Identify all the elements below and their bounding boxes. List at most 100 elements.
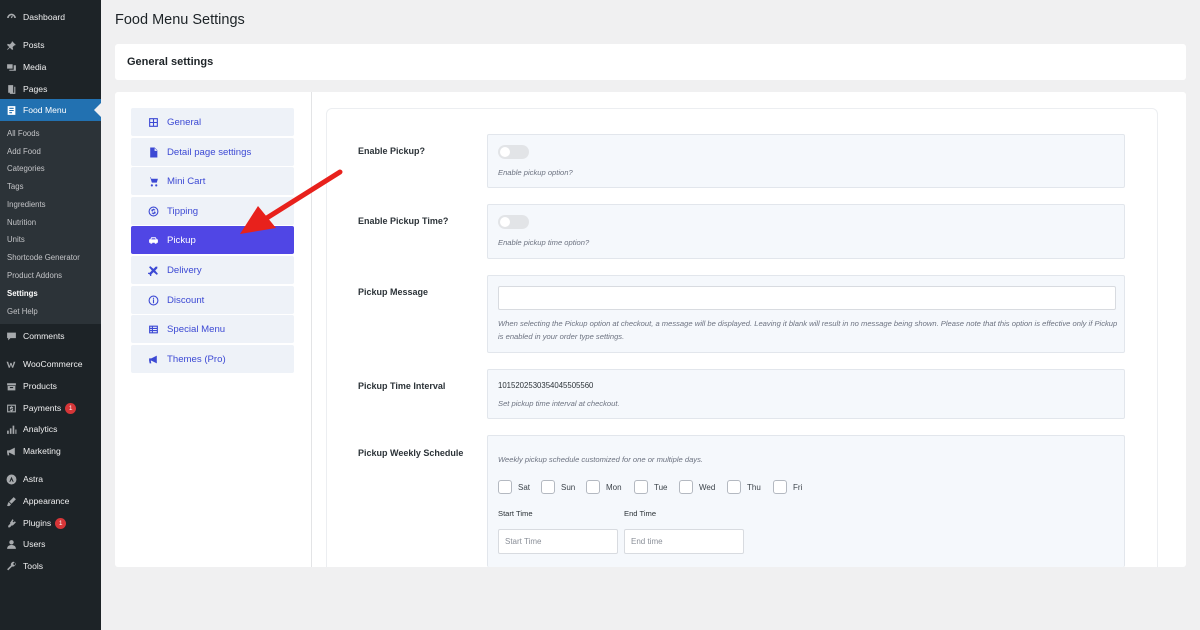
menu-marketing[interactable]: Marketing — [0, 440, 101, 462]
pickup-weekly-schedule-label: Pickup Weekly Schedule — [358, 448, 464, 458]
menu-tools[interactable]: Tools — [0, 555, 101, 577]
section-title: General settings — [127, 56, 214, 68]
enable-pickup-time-box: Enable pickup time option? — [487, 204, 1125, 259]
enable-pickup-label: Enable Pickup? — [358, 146, 426, 156]
day-tue[interactable]: Tue — [634, 480, 668, 494]
menu-appearance[interactable]: Appearance — [0, 490, 101, 512]
dashboard-icon — [6, 12, 17, 23]
enable-pickup-toggle[interactable] — [498, 145, 529, 159]
submenu-tags[interactable]: Tags — [7, 179, 23, 195]
tab-themes-pro[interactable]: Themes (Pro) — [131, 345, 294, 373]
cart-icon — [147, 175, 159, 187]
day-checkbox[interactable] — [634, 480, 648, 494]
pickup-time-interval-desc: Set pickup time interval at checkout. — [498, 399, 620, 408]
menu-food-menu[interactable]: Food Menu — [0, 99, 101, 121]
menu-users[interactable]: Users — [0, 533, 101, 555]
payments-icon — [6, 403, 17, 414]
pickup-message-box: When selecting the Pickup option at chec… — [487, 275, 1125, 353]
pages-icon — [6, 84, 17, 95]
plugins-badge: 1 — [55, 517, 67, 529]
submenu-nutrition[interactable]: Nutrition — [7, 215, 36, 231]
enable-pickup-time-label: Enable Pickup Time? — [358, 216, 449, 226]
tab-delivery[interactable]: Delivery — [131, 256, 294, 284]
products-icon — [6, 381, 17, 392]
menu-pages[interactable]: Pages — [0, 78, 101, 100]
submenu-add-food[interactable]: Add Food — [7, 144, 41, 160]
astra-icon — [6, 474, 17, 485]
tab-detail-page-settings[interactable]: Detail page settings — [131, 138, 294, 166]
woocommerce-icon — [6, 359, 17, 370]
menu-analytics[interactable]: Analytics — [0, 418, 101, 440]
submenu-units[interactable]: Units — [7, 232, 25, 248]
food-menu-icon — [6, 105, 17, 116]
day-sun[interactable]: Sun — [541, 480, 575, 494]
pickup-weekly-schedule-desc: Weekly pickup schedule customized for on… — [498, 455, 703, 464]
tab-special-menu[interactable]: Special Menu — [131, 315, 294, 343]
media-icon — [6, 62, 17, 73]
grid-icon — [147, 116, 159, 128]
pickup-message-input[interactable] — [498, 286, 1116, 310]
tab-tipping[interactable]: Tipping — [131, 197, 294, 225]
menu-woocommerce[interactable]: WooCommerce — [0, 353, 101, 375]
end-time-label: End Time — [624, 509, 657, 518]
tab-pickup[interactable]: Pickup — [131, 226, 294, 254]
comment-icon — [6, 331, 17, 342]
megaphone-icon — [6, 446, 17, 457]
start-time-input[interactable] — [498, 529, 618, 554]
page-bottom-area — [101, 567, 1200, 630]
enable-pickup-time-toggle[interactable] — [498, 215, 529, 229]
pin-icon — [6, 40, 17, 51]
tab-mini-cart[interactable]: Mini Cart — [131, 167, 294, 195]
pickup-weekly-schedule-box: Weekly pickup schedule customized for on… — [487, 435, 1125, 567]
day-checkbox[interactable] — [727, 480, 741, 494]
end-time-input[interactable] — [624, 529, 744, 554]
day-fri[interactable]: Fri — [773, 480, 802, 494]
menu-dashboard[interactable]: Dashboard — [0, 6, 101, 28]
menu-media[interactable]: Media — [0, 56, 101, 78]
page-title: Food Menu Settings — [115, 12, 245, 28]
payments-badge: 1 — [65, 402, 77, 414]
section-header: General settings — [115, 44, 1186, 80]
day-checkbox[interactable] — [498, 480, 512, 494]
submenu-settings[interactable]: Settings — [7, 286, 38, 302]
day-sat[interactable]: Sat — [498, 480, 530, 494]
plugin-icon — [6, 518, 17, 529]
submenu-categories[interactable]: Categories — [7, 161, 45, 177]
pickup-time-interval-box: 1015202530354045505560 Set pickup time i… — [487, 369, 1125, 419]
document-icon — [147, 146, 159, 158]
day-checkbox[interactable] — [773, 480, 787, 494]
brush-icon — [6, 496, 17, 507]
day-wed[interactable]: Wed — [679, 480, 715, 494]
day-thu[interactable]: Thu — [727, 480, 761, 494]
day-checkbox[interactable] — [541, 480, 555, 494]
plane-icon — [147, 264, 159, 276]
tab-discount[interactable]: Discount — [131, 286, 294, 314]
submenu-all-foods[interactable]: All Foods — [7, 126, 40, 142]
admin-sidebar: Dashboard Posts Media Pages Food Menu Al… — [0, 0, 101, 630]
menu-products[interactable]: Products — [0, 375, 101, 397]
tab-general[interactable]: General — [131, 108, 294, 136]
pickup-message-desc: When selecting the Pickup option at chec… — [498, 319, 1118, 341]
day-checkbox[interactable] — [679, 480, 693, 494]
submenu-shortcode-generator[interactable]: Shortcode Generator — [7, 250, 80, 266]
menu-payments[interactable]: Payments 1 — [0, 397, 101, 419]
pickup-time-interval-select[interactable]: 1015202530354045505560 — [498, 381, 593, 390]
day-mon[interactable]: Mon — [586, 480, 622, 494]
wrench-icon — [6, 561, 17, 572]
submenu-get-help[interactable]: Get Help — [7, 304, 38, 320]
info-icon — [147, 294, 159, 306]
menu-posts[interactable]: Posts — [0, 34, 101, 56]
submenu-ingredients[interactable]: Ingredients — [7, 197, 46, 213]
submenu-product-addons[interactable]: Product Addons — [7, 268, 62, 284]
start-time-label: Start Time — [498, 509, 533, 518]
day-checkbox[interactable] — [586, 480, 600, 494]
menu-comments[interactable]: Comments — [0, 325, 101, 347]
dollar-icon — [147, 205, 159, 217]
user-icon — [6, 539, 17, 550]
enable-pickup-time-desc: Enable pickup time option? — [498, 238, 590, 247]
menu-astra[interactable]: Astra — [0, 468, 101, 490]
pickup-message-label: Pickup Message — [358, 287, 429, 297]
enable-pickup-box: Enable pickup option? — [487, 134, 1125, 188]
menu-plugins[interactable]: Plugins 1 — [0, 512, 101, 534]
pickup-time-interval-label: Pickup Time Interval — [358, 381, 446, 391]
